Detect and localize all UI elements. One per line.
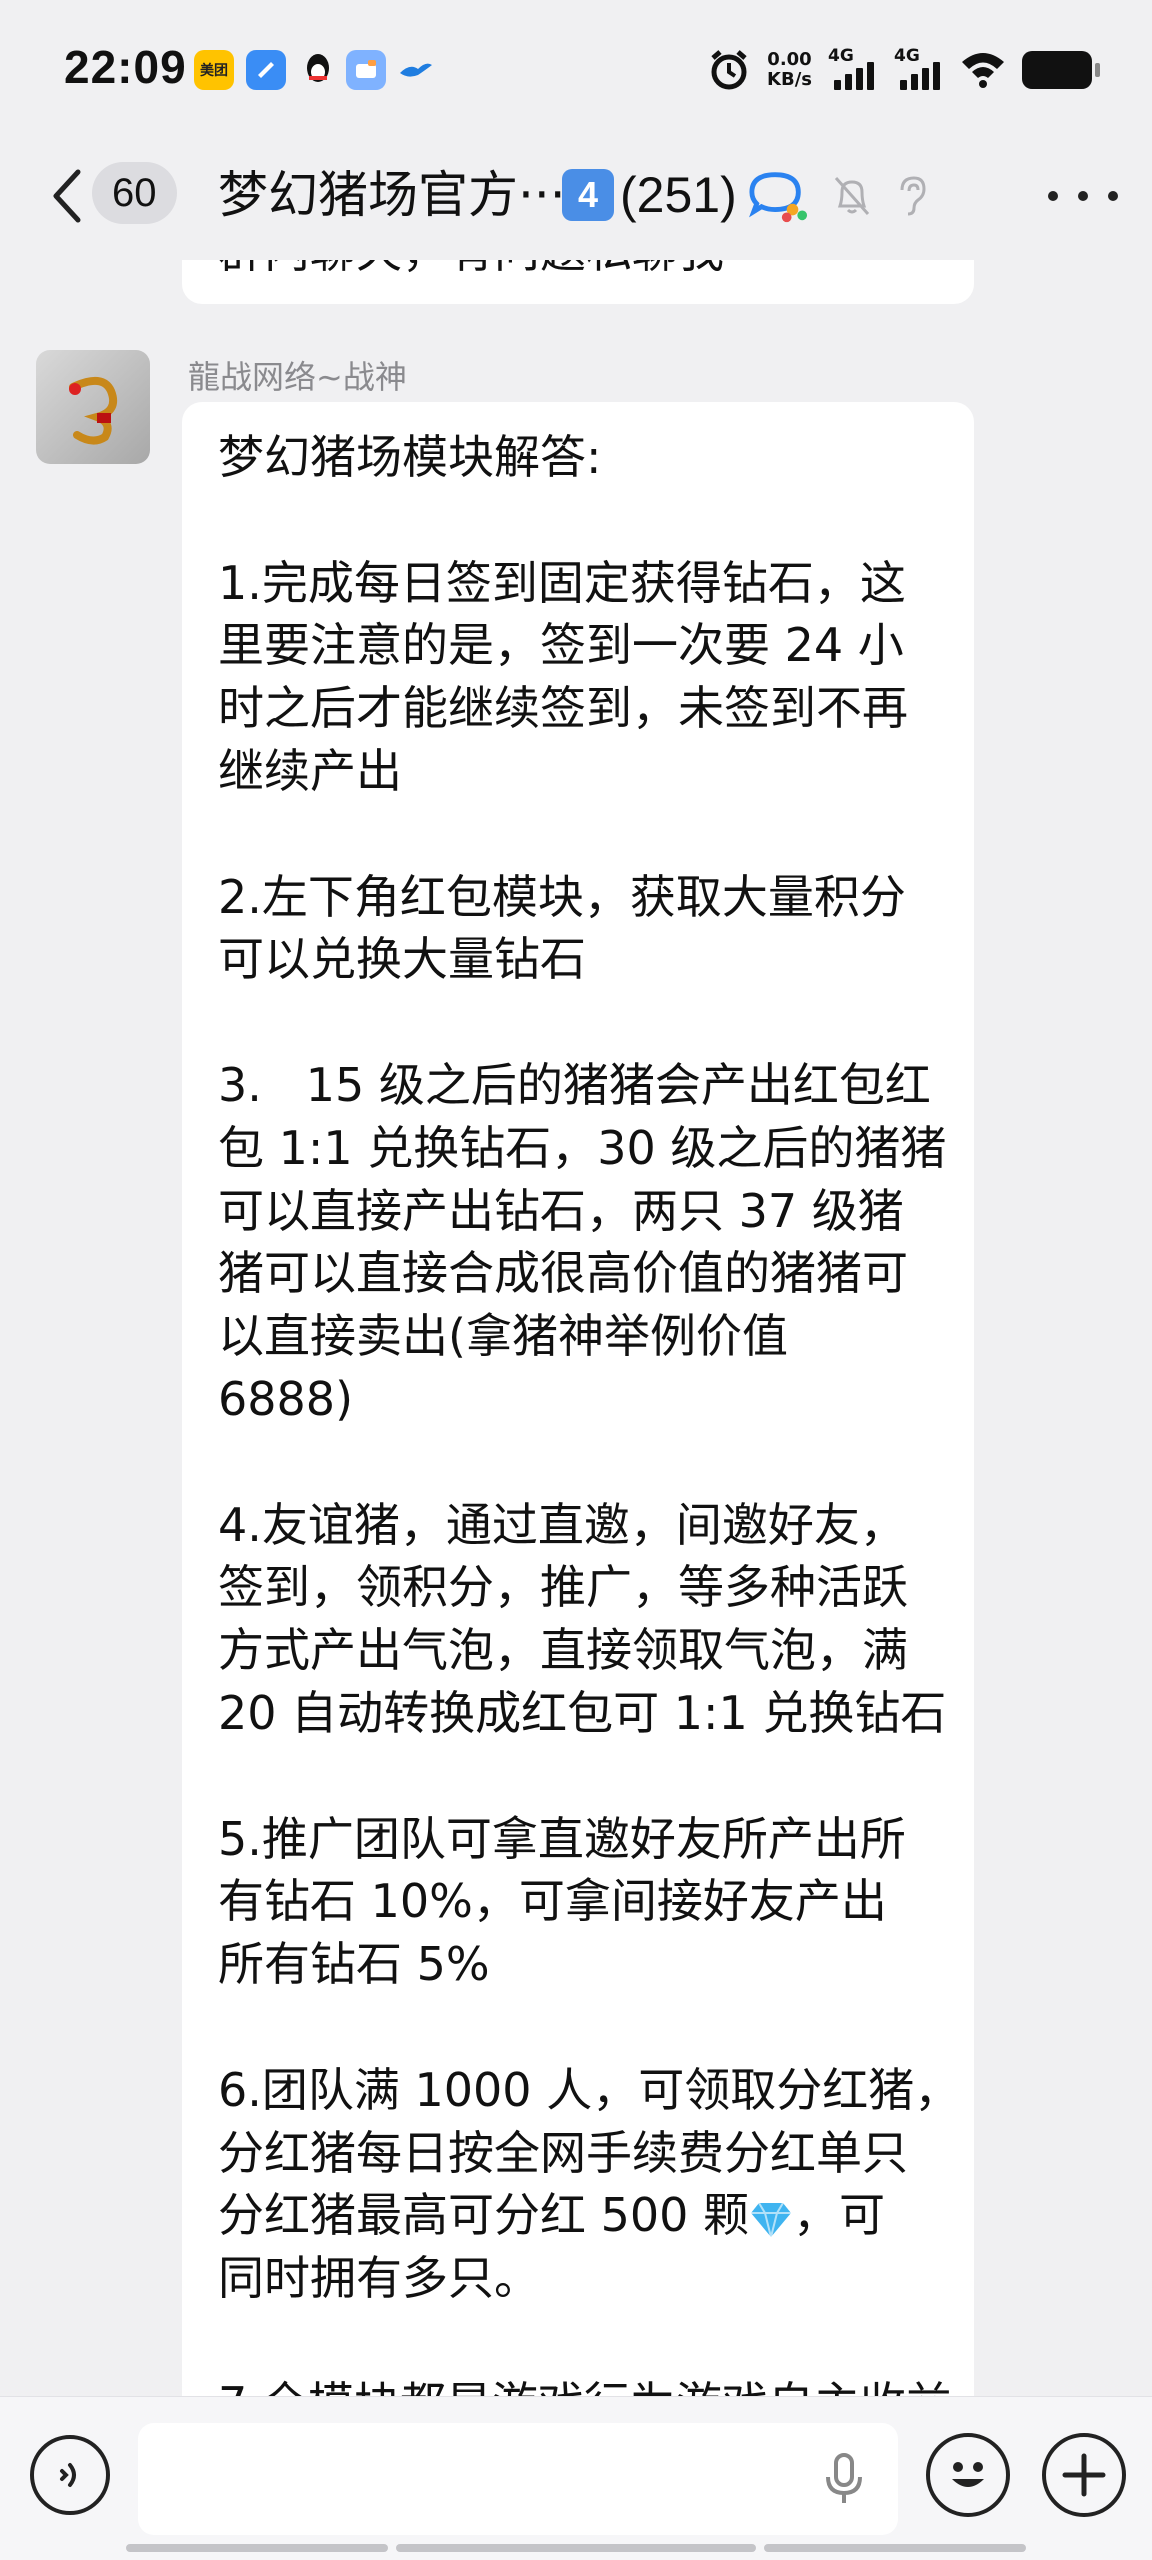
mic-icon[interactable] — [814, 2449, 874, 2509]
meituan-icon: 美团 — [194, 50, 234, 90]
message-line: 方式产出气泡，直接领取气泡，满 — [218, 1623, 908, 1678]
message-line — [218, 489, 938, 552]
mute-bell-icon[interactable] — [822, 166, 882, 226]
unread-count-badge[interactable]: 60 — [92, 162, 177, 224]
sender-name: 龍战网络~战神 — [188, 358, 407, 396]
message-line — [218, 2310, 938, 2373]
previous-message-bubble[interactable]: 群内聊天，有问题私聊我 — [182, 260, 974, 304]
message-line: 7.全模块都是游戏行为游戏自主收益 — [218, 2373, 952, 2396]
group-chat-icon[interactable] — [748, 166, 808, 226]
message-line — [218, 803, 938, 866]
chat-header: 60 梦幻猪场官方··· 4 (251) — [0, 136, 1152, 260]
message-line: 以直接卖出(拿猪神举例价值 — [218, 1309, 788, 1364]
nav-bar-segment — [126, 2544, 388, 2552]
message-line — [218, 991, 938, 1054]
message-line: 4.友谊猪，通过直邀，间邀好友， — [218, 1497, 906, 1552]
ear-icon[interactable] — [882, 166, 942, 226]
voice-wave-icon — [60, 2463, 76, 2487]
chevron-left-icon — [53, 169, 81, 223]
message-line: 5.推广团队可拿直邀好友所产出所 — [218, 1811, 906, 1866]
message-line: 20 自动转换成红包可 1:1 兑换钻石 — [218, 1685, 947, 1740]
message-line — [218, 1745, 938, 1808]
message-line: 2.左下角红包模块，获取大量积分 — [218, 869, 906, 924]
nav-bar-segment — [764, 2544, 1026, 2552]
message-line: 时之后才能继续签到，未签到不再 — [218, 681, 908, 736]
message-text: ，可 — [793, 2188, 886, 2243]
message-line: 6888) — [218, 1371, 354, 1426]
previous-message-text: 群内聊天，有问题私聊我 — [218, 260, 724, 282]
smiley-icon — [952, 2462, 984, 2487]
battery-icon — [1022, 51, 1100, 89]
message-line: 猪可以直接合成很高价值的猪猪可 — [218, 1246, 908, 1301]
message-line: 可以直接产出钻石，两只 37 级猪 — [218, 1183, 904, 1238]
message-line — [218, 1996, 938, 2059]
message-line: 里要注意的是，签到一次要 24 小 — [218, 618, 904, 673]
keycap-emoji: 4 — [562, 169, 614, 221]
plus-icon — [1062, 2453, 1106, 2497]
emoji-button[interactable] — [926, 2433, 1010, 2517]
message-line: 可以兑换大量钻石 — [218, 932, 586, 987]
more-options-icon[interactable] — [1048, 176, 1118, 216]
alarm-icon — [711, 50, 747, 90]
message-line: 1.完成每日签到固定获得钻石，这 — [218, 555, 906, 610]
dragon-logo-icon — [69, 377, 118, 445]
message-line: 所有钻石 5% — [218, 1937, 490, 1992]
message-line-with-gem: 分红猪最高可分红 500 颗 ，可 — [218, 2184, 938, 2247]
message-line: 6.团队满 1000 人，可领取分红猪， — [218, 2062, 961, 2117]
message-line: 梦幻猪场模块解答: — [218, 430, 602, 484]
signal-strength-icon: 4G — [828, 46, 878, 90]
status-time: 22:09 — [64, 41, 187, 93]
message-input[interactable] — [138, 2423, 898, 2535]
bird-app-icon — [396, 50, 436, 90]
message-line: 继续产出 — [218, 743, 402, 798]
message-line: 包 1:1 兑换钻石，30 级之后的猪猪 — [218, 1120, 947, 1175]
qq-icon — [298, 50, 338, 90]
back-button[interactable] — [42, 164, 92, 228]
input-bar — [0, 2396, 1152, 2560]
message-line: 签到，领积分，推广，等多种活跃 — [218, 1560, 908, 1615]
status-bar: 22:09 美团 0.00 KB/s 4G 4G — [0, 0, 1152, 136]
wifi-icon — [962, 53, 1004, 88]
nav-bar-segment — [396, 2544, 756, 2552]
net-speed: 0.00 KB/s — [767, 49, 812, 90]
avatar[interactable] — [36, 350, 150, 464]
message-line — [218, 1431, 938, 1494]
signal-strength-icon: 4G — [894, 46, 944, 90]
chat-message-list[interactable]: 群内聊天，有问题私聊我 龍战网络~战神 梦幻猪场模块解答: 1.完成每日签到固定… — [0, 260, 1152, 2396]
more-actions-button[interactable] — [1042, 2433, 1126, 2517]
files-app-icon — [346, 50, 386, 90]
message-line: 分红猪每日按全网手续费分红单只 — [218, 2125, 908, 2180]
message-text: 分红猪最高可分红 500 颗 — [218, 2188, 750, 2243]
member-count: (251) — [620, 167, 737, 223]
voice-mode-button[interactable] — [30, 2435, 110, 2515]
message-bubble[interactable]: 梦幻猪场模块解答: 1.完成每日签到固定获得钻石，这 里要注意的是，签到一次要 … — [182, 402, 974, 2396]
status-indicators: 0.00 KB/s 4G 4G — [707, 42, 1100, 98]
gem-emoji-icon — [751, 2202, 792, 2238]
blue-app-icon — [246, 50, 286, 90]
message-line: 有钻石 10%，可拿间接好友产出 — [218, 1874, 887, 1929]
message-line: 同时拥有多只。 — [218, 2251, 540, 2306]
message-line: 3. 15 级之后的猪猪会产出红包红 — [218, 1057, 931, 1112]
chat-title[interactable]: 梦幻猪场官方··· — [218, 160, 566, 230]
title-extra: 4 (251) — [562, 164, 737, 226]
